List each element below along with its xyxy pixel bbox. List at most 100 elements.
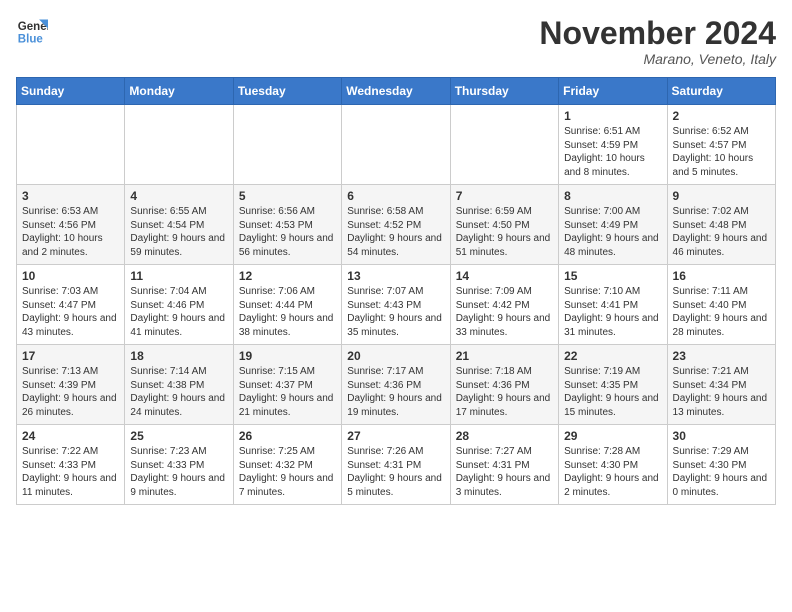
day-number: 3 <box>22 189 119 203</box>
day-info: Sunrise: 7:13 AM Sunset: 4:39 PM Dayligh… <box>22 365 119 419</box>
day-info: Sunrise: 6:59 AM Sunset: 4:50 PM Dayligh… <box>456 205 553 259</box>
day-number: 21 <box>456 349 553 363</box>
day-cell: 6 Sunrise: 6:58 AM Sunset: 4:52 PM Daylig… <box>342 185 450 265</box>
day-info: Sunrise: 7:19 AM Sunset: 4:35 PM Dayligh… <box>564 365 661 419</box>
day-cell: 1Sunrise: 6:51 AM Sunset: 4:59 PM Daylig… <box>559 105 667 185</box>
day-info: Sunrise: 7:06 AM Sunset: 4:44 PM Dayligh… <box>239 285 336 339</box>
day-info: Sunrise: 7:28 AM Sunset: 4:30 PM Dayligh… <box>564 445 661 499</box>
day-info: Sunrise: 7:00 AM Sunset: 4:49 PM Dayligh… <box>564 205 661 259</box>
day-info: Sunrise: 7:23 AM Sunset: 4:33 PM Dayligh… <box>130 445 227 499</box>
day-cell: 24 Sunrise: 7:22 AM Sunset: 4:33 PM Dayli… <box>17 425 125 505</box>
day-number: 20 <box>347 349 444 363</box>
day-cell: 26 Sunrise: 7:25 AM Sunset: 4:32 PM Dayli… <box>233 425 341 505</box>
week-row-3: 10Sunrise: 7:03 AM Sunset: 4:47 PM Dayli… <box>17 265 776 345</box>
location: Marano, Veneto, Italy <box>539 51 776 67</box>
day-number: 24 <box>22 429 119 443</box>
day-number: 17 <box>22 349 119 363</box>
day-cell: 10Sunrise: 7:03 AM Sunset: 4:47 PM Dayli… <box>17 265 125 345</box>
day-info: Sunrise: 7:14 AM Sunset: 4:38 PM Dayligh… <box>130 365 227 419</box>
page-header: General Blue November 2024 Marano, Venet… <box>16 16 776 67</box>
day-cell <box>450 105 558 185</box>
day-info: Sunrise: 6:52 AM Sunset: 4:57 PM Dayligh… <box>673 125 770 179</box>
day-info: Sunrise: 6:53 AM Sunset: 4:56 PM Dayligh… <box>22 205 119 259</box>
week-row-4: 17 Sunrise: 7:13 AM Sunset: 4:39 PM Dayli… <box>17 345 776 425</box>
day-info: Sunrise: 7:15 AM Sunset: 4:37 PM Dayligh… <box>239 365 336 419</box>
day-number: 18 <box>130 349 227 363</box>
column-header-friday: Friday <box>559 78 667 105</box>
day-info: Sunrise: 7:11 AM Sunset: 4:40 PM Dayligh… <box>673 285 770 339</box>
day-cell: 11 Sunrise: 7:04 AM Sunset: 4:46 PM Dayli… <box>125 265 233 345</box>
day-cell: 13 Sunrise: 7:07 AM Sunset: 4:43 PM Dayli… <box>342 265 450 345</box>
day-cell: 23 Sunrise: 7:21 AM Sunset: 4:34 PM Dayli… <box>667 345 775 425</box>
day-number: 4 <box>130 189 227 203</box>
day-cell: 14 Sunrise: 7:09 AM Sunset: 4:42 PM Dayli… <box>450 265 558 345</box>
day-info: Sunrise: 7:22 AM Sunset: 4:33 PM Dayligh… <box>22 445 119 499</box>
day-number: 13 <box>347 269 444 283</box>
day-cell: 16 Sunrise: 7:11 AM Sunset: 4:40 PM Dayli… <box>667 265 775 345</box>
day-info: Sunrise: 7:27 AM Sunset: 4:31 PM Dayligh… <box>456 445 553 499</box>
day-info: Sunrise: 7:09 AM Sunset: 4:42 PM Dayligh… <box>456 285 553 339</box>
day-info: Sunrise: 7:07 AM Sunset: 4:43 PM Dayligh… <box>347 285 444 339</box>
column-header-thursday: Thursday <box>450 78 558 105</box>
day-info: Sunrise: 7:25 AM Sunset: 4:32 PM Dayligh… <box>239 445 336 499</box>
day-number: 15 <box>564 269 661 283</box>
day-cell: 19 Sunrise: 7:15 AM Sunset: 4:37 PM Dayli… <box>233 345 341 425</box>
day-info: Sunrise: 7:04 AM Sunset: 4:46 PM Dayligh… <box>130 285 227 339</box>
day-number: 1 <box>564 109 661 123</box>
day-cell <box>17 105 125 185</box>
logo: General Blue <box>16 16 48 48</box>
day-number: 12 <box>239 269 336 283</box>
day-cell: 5 Sunrise: 6:56 AM Sunset: 4:53 PM Daylig… <box>233 185 341 265</box>
svg-text:Blue: Blue <box>18 34 44 46</box>
day-info: Sunrise: 7:21 AM Sunset: 4:34 PM Dayligh… <box>673 365 770 419</box>
day-number: 11 <box>130 269 227 283</box>
day-info: Sunrise: 7:17 AM Sunset: 4:36 PM Dayligh… <box>347 365 444 419</box>
column-header-monday: Monday <box>125 78 233 105</box>
day-number: 27 <box>347 429 444 443</box>
day-cell <box>342 105 450 185</box>
day-cell: 28 Sunrise: 7:27 AM Sunset: 4:31 PM Dayli… <box>450 425 558 505</box>
day-cell: 2Sunrise: 6:52 AM Sunset: 4:57 PM Daylig… <box>667 105 775 185</box>
week-row-2: 3 Sunrise: 6:53 AM Sunset: 4:56 PM Daylig… <box>17 185 776 265</box>
day-cell: 15 Sunrise: 7:10 AM Sunset: 4:41 PM Dayli… <box>559 265 667 345</box>
day-number: 23 <box>673 349 770 363</box>
day-cell: 20 Sunrise: 7:17 AM Sunset: 4:36 PM Dayli… <box>342 345 450 425</box>
day-number: 22 <box>564 349 661 363</box>
day-number: 28 <box>456 429 553 443</box>
column-header-sunday: Sunday <box>17 78 125 105</box>
day-number: 16 <box>673 269 770 283</box>
day-info: Sunrise: 6:56 AM Sunset: 4:53 PM Dayligh… <box>239 205 336 259</box>
column-header-tuesday: Tuesday <box>233 78 341 105</box>
column-header-wednesday: Wednesday <box>342 78 450 105</box>
day-cell: 7Sunrise: 6:59 AM Sunset: 4:50 PM Daylig… <box>450 185 558 265</box>
day-cell: 29 Sunrise: 7:28 AM Sunset: 4:30 PM Dayli… <box>559 425 667 505</box>
day-cell: 27Sunrise: 7:26 AM Sunset: 4:31 PM Dayli… <box>342 425 450 505</box>
day-number: 19 <box>239 349 336 363</box>
day-number: 26 <box>239 429 336 443</box>
day-number: 6 <box>347 189 444 203</box>
day-number: 29 <box>564 429 661 443</box>
day-info: Sunrise: 7:03 AM Sunset: 4:47 PM Dayligh… <box>22 285 119 339</box>
title-block: November 2024 Marano, Veneto, Italy <box>539 16 776 67</box>
day-cell <box>233 105 341 185</box>
day-info: Sunrise: 6:55 AM Sunset: 4:54 PM Dayligh… <box>130 205 227 259</box>
month-title: November 2024 <box>539 16 776 51</box>
day-cell: 18 Sunrise: 7:14 AM Sunset: 4:38 PM Dayli… <box>125 345 233 425</box>
day-info: Sunrise: 7:02 AM Sunset: 4:48 PM Dayligh… <box>673 205 770 259</box>
day-cell: 4 Sunrise: 6:55 AM Sunset: 4:54 PM Daylig… <box>125 185 233 265</box>
day-cell: 30Sunrise: 7:29 AM Sunset: 4:30 PM Dayli… <box>667 425 775 505</box>
day-info: Sunrise: 7:10 AM Sunset: 4:41 PM Dayligh… <box>564 285 661 339</box>
day-cell: 21Sunrise: 7:18 AM Sunset: 4:36 PM Dayli… <box>450 345 558 425</box>
calendar-table: SundayMondayTuesdayWednesdayThursdayFrid… <box>16 77 776 505</box>
day-cell: 9Sunrise: 7:02 AM Sunset: 4:48 PM Daylig… <box>667 185 775 265</box>
week-row-1: 1Sunrise: 6:51 AM Sunset: 4:59 PM Daylig… <box>17 105 776 185</box>
day-cell <box>125 105 233 185</box>
day-cell: 17 Sunrise: 7:13 AM Sunset: 4:39 PM Dayli… <box>17 345 125 425</box>
day-cell: 22 Sunrise: 7:19 AM Sunset: 4:35 PM Dayli… <box>559 345 667 425</box>
week-row-5: 24 Sunrise: 7:22 AM Sunset: 4:33 PM Dayli… <box>17 425 776 505</box>
day-number: 14 <box>456 269 553 283</box>
day-number: 5 <box>239 189 336 203</box>
day-info: Sunrise: 6:58 AM Sunset: 4:52 PM Dayligh… <box>347 205 444 259</box>
day-cell: 12 Sunrise: 7:06 AM Sunset: 4:44 PM Dayli… <box>233 265 341 345</box>
day-cell: 8Sunrise: 7:00 AM Sunset: 4:49 PM Daylig… <box>559 185 667 265</box>
